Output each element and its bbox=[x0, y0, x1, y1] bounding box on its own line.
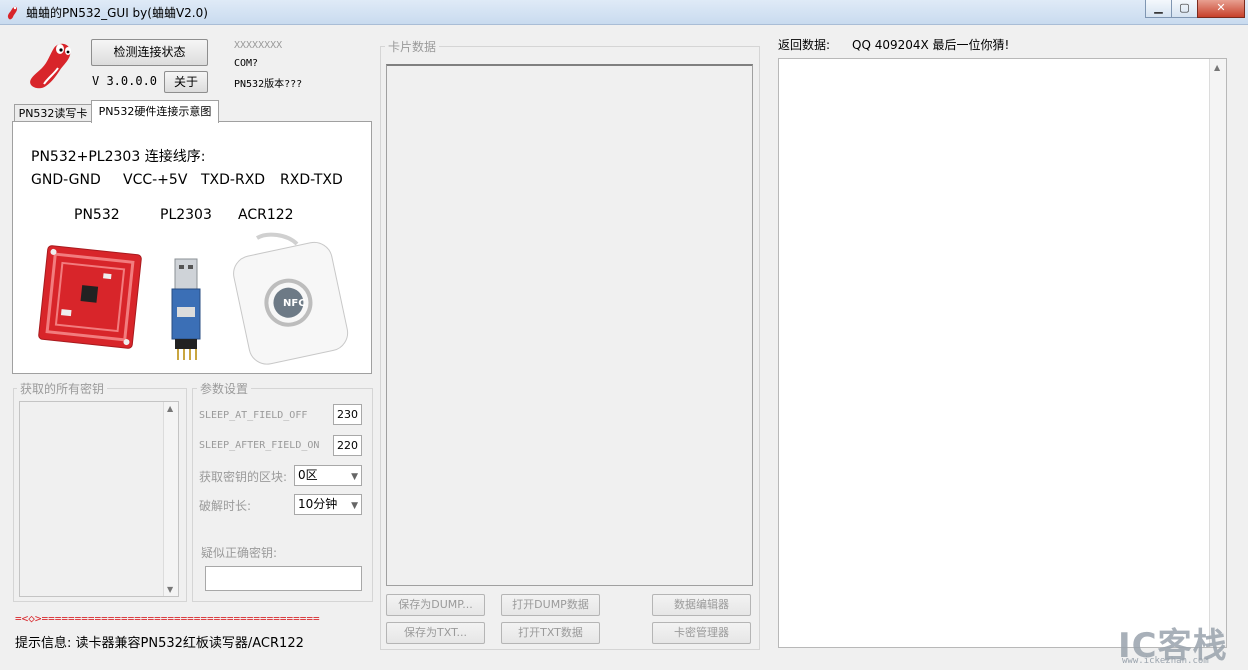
chevron-down-icon: ▼ bbox=[351, 501, 358, 511]
suspect-key-input[interactable] bbox=[205, 566, 362, 591]
return-data-scrollbar[interactable]: ▲ bbox=[1209, 59, 1226, 647]
label-pn532: PN532 bbox=[74, 207, 120, 223]
return-data-label: 返回数据: bbox=[778, 38, 831, 52]
open-txt-button[interactable]: 打开TXT数据 bbox=[501, 622, 600, 644]
key-manager-button[interactable]: 卡密管理器 bbox=[652, 622, 751, 644]
worm-logo-icon bbox=[30, 43, 71, 89]
card-data-area[interactable] bbox=[386, 64, 753, 586]
label-pl2303: PL2303 bbox=[160, 207, 212, 223]
app-logo-icon bbox=[7, 6, 18, 20]
acr122-reader-image: NFC bbox=[233, 232, 349, 365]
qq-info: QQ 409204X 最后一位你猜! bbox=[852, 38, 1010, 52]
suspect-key-label: 疑似正确密钥: bbox=[201, 546, 278, 560]
pn532-version-status: PN532版本??? bbox=[234, 79, 303, 90]
chevron-down-icon: ▼ bbox=[351, 472, 358, 482]
nfc-logo-text: NFC bbox=[283, 298, 306, 309]
window-title: 蛐蛐的PN532_GUI by(蛐蛐V2.0) bbox=[26, 6, 208, 20]
keys-scrollbar[interactable]: ▲ ▼ bbox=[163, 402, 178, 596]
sleep-off-input[interactable]: 230 bbox=[333, 404, 362, 425]
return-data-textarea[interactable]: ▲ bbox=[778, 58, 1227, 648]
sleep-on-label: SLEEP_AFTER_FIELD_ON bbox=[199, 440, 320, 451]
params-group-label: 参数设置 bbox=[197, 380, 252, 397]
sleep-off-label: SLEEP_AT_FIELD_OFF bbox=[199, 410, 308, 421]
title-bar: 蛐蛐的PN532_GUI by(蛐蛐V2.0) ▁ ▢ ✕ bbox=[0, 0, 1248, 25]
keys-listbox[interactable]: ▲ ▼ bbox=[19, 401, 179, 597]
crack-duration-label: 破解时长: bbox=[199, 499, 252, 513]
label-acr122: ACR122 bbox=[238, 207, 294, 223]
diagram-heading: PN532+PL2303 连接线序: bbox=[31, 149, 206, 165]
wiring-gnd: GND-GND bbox=[31, 172, 101, 188]
block-select[interactable]: 0区 ▼ bbox=[294, 465, 362, 486]
minimize-button[interactable]: ▁ bbox=[1145, 0, 1172, 18]
scroll-down-icon[interactable]: ▼ bbox=[167, 585, 173, 594]
status-separator: =<◇>====================================… bbox=[15, 612, 320, 625]
crack-duration-select[interactable]: 10分钟 ▼ bbox=[294, 494, 362, 515]
tab-pn532-read-write[interactable]: PN532读写卡 bbox=[14, 104, 92, 122]
tab-hardware-diagram[interactable]: PN532硬件连接示意图 bbox=[91, 100, 219, 123]
keys-group-label: 获取的所有密钥 bbox=[17, 380, 108, 397]
pn532-board-image bbox=[38, 245, 142, 349]
wiring-txd: TXD-RXD bbox=[201, 172, 266, 188]
wiring-rxd: RXD-TXD bbox=[280, 172, 343, 188]
status-info: 提示信息: 读卡器兼容PN532红板读写器/ACR122 bbox=[15, 636, 304, 651]
close-button[interactable]: ✕ bbox=[1197, 0, 1245, 18]
version-label: V 3.0.0.0 bbox=[92, 74, 158, 88]
block-select-value: 0区 bbox=[298, 468, 318, 482]
save-dump-button[interactable]: 保存为DUMP... bbox=[386, 594, 485, 616]
open-dump-button[interactable]: 打开DUMP数据 bbox=[501, 594, 600, 616]
scroll-up-icon[interactable]: ▲ bbox=[1214, 63, 1220, 72]
scroll-up-icon[interactable]: ▲ bbox=[167, 404, 173, 413]
watermark-url: www.ickezhan.com bbox=[1122, 656, 1209, 666]
serial-placeholder: XXXXXXXX bbox=[234, 40, 283, 51]
crack-duration-value: 10分钟 bbox=[298, 497, 338, 511]
wiring-vcc: VCC-+5V bbox=[123, 172, 188, 188]
maximize-button[interactable]: ▢ bbox=[1171, 0, 1198, 18]
sleep-on-input[interactable]: 220 bbox=[333, 435, 362, 456]
save-txt-button[interactable]: 保存为TXT... bbox=[386, 622, 485, 644]
com-status: COM? bbox=[234, 58, 259, 69]
pl2303-usb-image bbox=[171, 258, 201, 360]
about-button[interactable]: 关于 bbox=[164, 71, 208, 93]
card-data-label: 卡片数据 bbox=[385, 38, 440, 55]
block-label: 获取密钥的区块: bbox=[199, 470, 288, 484]
check-connection-button[interactable]: 检测连接状态 bbox=[91, 39, 208, 66]
hardware-diagram-panel: PN532+PL2303 连接线序: GND-GND VCC-+5V TXD-R… bbox=[12, 121, 372, 374]
data-editor-button[interactable]: 数据编辑器 bbox=[652, 594, 751, 616]
